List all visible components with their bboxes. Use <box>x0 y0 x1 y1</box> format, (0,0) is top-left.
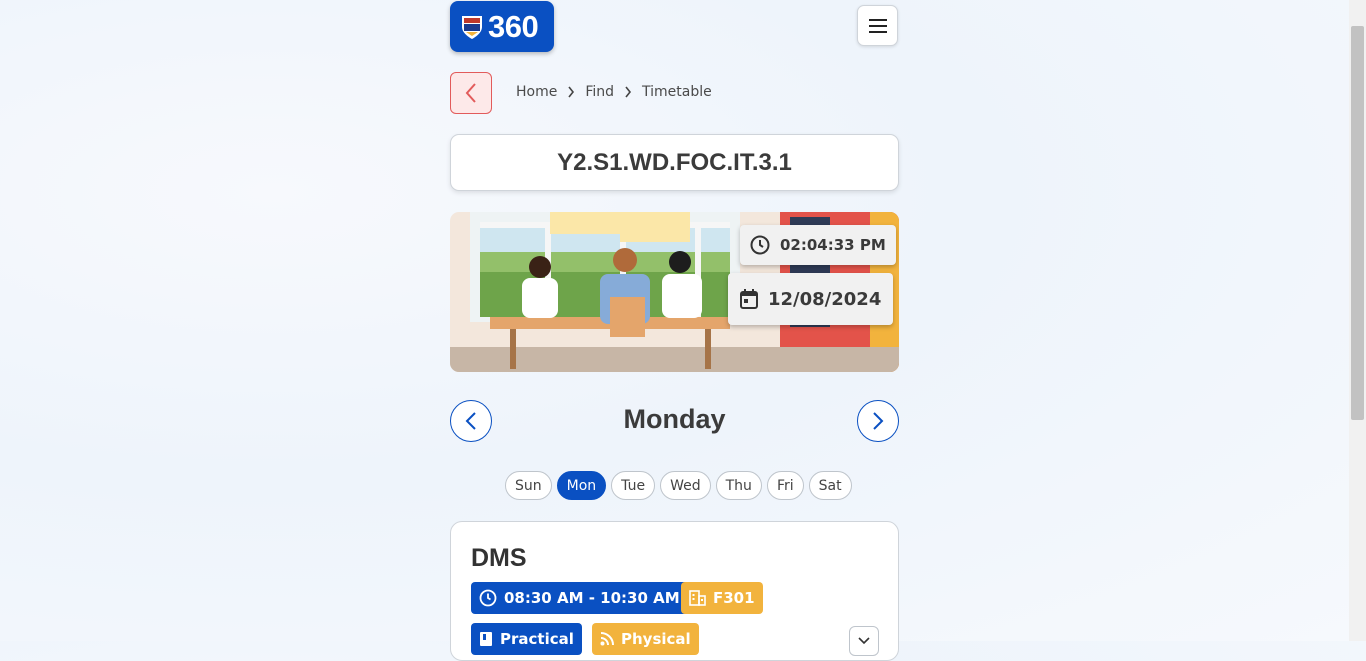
current-time-pill: 02:04:33 PM <box>740 225 896 265</box>
breadcrumb: Home Find Timetable <box>516 84 712 100</box>
breadcrumb-find[interactable]: Find <box>585 84 614 100</box>
chevron-right-icon <box>873 412 884 430</box>
menu-button[interactable] <box>857 5 898 46</box>
clock-icon <box>479 589 497 607</box>
day-chip-tue[interactable]: Tue <box>611 471 656 500</box>
rss-icon <box>600 632 614 646</box>
book-icon <box>480 632 492 646</box>
class-mode: Physical <box>621 630 691 648</box>
calendar-icon <box>740 289 758 309</box>
group-title-card: Y2.S1.WD.FOC.IT.3.1 <box>450 134 899 191</box>
class-time: 08:30 AM - 10:30 AM <box>504 589 680 607</box>
class-name: DMS <box>471 544 527 572</box>
chevron-down-icon <box>858 637 870 645</box>
day-selector: Sun Mon Tue Wed Thu Fri Sat <box>505 471 857 500</box>
day-chip-mon[interactable]: Mon <box>556 471 607 500</box>
class-card: DMS 08:30 AM - 10:30 AM F301 Practical P… <box>450 521 899 661</box>
current-time: 02:04:33 PM <box>780 236 886 254</box>
class-type-tag: Practical <box>471 623 582 655</box>
day-chip-fri[interactable]: Fri <box>766 471 804 500</box>
logo-text: 360 <box>488 8 539 44</box>
timetable-banner: 02:04:33 PM 12/08/2024 <box>450 212 899 372</box>
scrollbar-thumb[interactable] <box>1351 26 1364 420</box>
class-mode-tag: Physical <box>592 623 699 655</box>
current-day-title: Monday <box>623 404 726 434</box>
chevron-left-icon <box>465 83 476 103</box>
current-date-pill: 12/08/2024 <box>728 273 894 325</box>
breadcrumb-timetable: Timetable <box>642 84 712 100</box>
building-icon <box>689 590 706 606</box>
class-time-tag: 08:30 AM - 10:30 AM <box>471 582 688 614</box>
day-chip-sat[interactable]: Sat <box>808 471 852 500</box>
page-scrollbar[interactable] <box>1349 0 1366 641</box>
current-date: 12/08/2024 <box>768 288 882 310</box>
group-title: Y2.S1.WD.FOC.IT.3.1 <box>557 148 792 176</box>
app-logo[interactable]: 360 <box>450 1 554 52</box>
class-room-tag: F301 <box>681 582 763 614</box>
previous-day-button[interactable] <box>450 400 492 442</box>
chevron-right-icon <box>624 86 632 98</box>
chevron-left-icon <box>465 412 476 430</box>
next-day-button[interactable] <box>857 400 899 442</box>
day-chip-wed[interactable]: Wed <box>660 471 711 500</box>
hamburger-icon <box>868 18 887 33</box>
chevron-right-icon <box>567 86 575 98</box>
day-chip-thu[interactable]: Thu <box>715 471 762 500</box>
expand-class-button[interactable] <box>849 626 879 656</box>
back-button[interactable] <box>450 72 492 114</box>
main-column: 360 Home Find Timetable Y2.S1.WD.FOC.IT.… <box>450 0 899 661</box>
class-type: Practical <box>500 630 574 648</box>
crest-icon <box>462 15 482 39</box>
class-room: F301 <box>713 589 755 607</box>
breadcrumb-home[interactable]: Home <box>516 84 557 100</box>
day-chip-sun[interactable]: Sun <box>505 471 552 500</box>
clock-icon <box>750 235 770 255</box>
